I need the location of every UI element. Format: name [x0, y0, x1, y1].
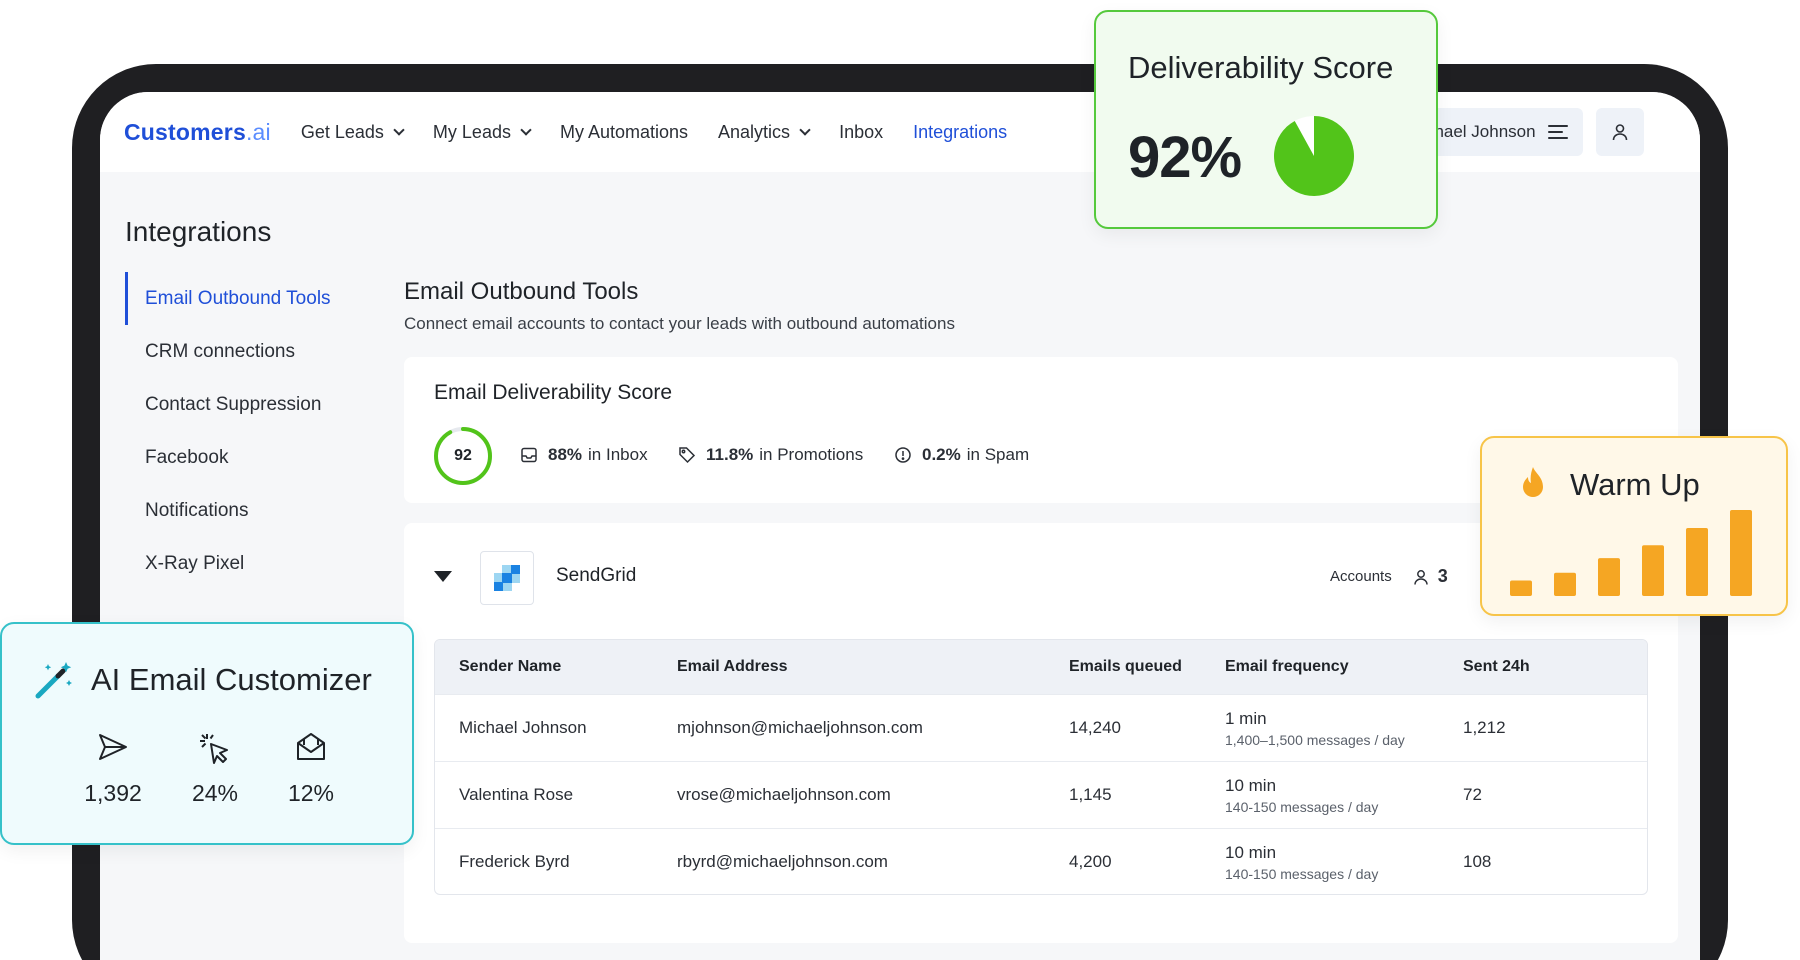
cell-sender-name: Valentina Rose: [459, 785, 574, 804]
user-icon: [1413, 569, 1428, 585]
cell-email: vrose@michaeljohnson.com: [677, 785, 891, 804]
warmup-bar: [1642, 545, 1664, 596]
sidebar-item-notifications[interactable]: Notifications: [125, 484, 331, 537]
column-header[interactable]: Email Address: [677, 658, 1069, 676]
chevron-down-icon: [520, 123, 532, 136]
nav-get-leads[interactable]: Get Leads: [301, 122, 405, 143]
section-title: Email Outbound Tools: [404, 278, 639, 305]
score-ring: 92: [432, 425, 494, 487]
sidebar-item-facebook[interactable]: Facebook: [125, 431, 331, 484]
ai-stat-sent: 1,392: [68, 730, 158, 807]
top-navigation: Customers.ai Get Leads My Leads My Autom…: [100, 92, 1700, 172]
menu-lines-icon: [1547, 125, 1568, 139]
table-row[interactable]: Frederick Byrd rbyrd@michaeljohnson.com …: [435, 828, 1647, 894]
ai-customizer-widget: AI Email Customizer 1,392 24% 12%: [0, 622, 414, 845]
cell-sender-name: Michael Johnson: [459, 718, 587, 737]
warmup-widget: Warm Up: [1480, 436, 1788, 616]
provider-name: SendGrid: [556, 565, 637, 586]
page-title: Integrations: [125, 216, 272, 247]
column-header[interactable]: Sent 24h: [1463, 658, 1643, 676]
score-value: 92: [454, 447, 472, 464]
cell-email: rbyrd@michaeljohnson.com: [677, 852, 888, 871]
sendgrid-logo: [480, 551, 534, 605]
deliverability-widget-value: 92%: [1128, 125, 1242, 190]
sidebar-item-crm-connections[interactable]: CRM connections: [125, 325, 331, 378]
warmup-bar: [1686, 528, 1708, 596]
nav-integrations[interactable]: Integrations: [913, 122, 1007, 143]
cell-email: mjohnson@michaeljohnson.com: [677, 718, 923, 737]
cell-queued: 4,200: [1069, 852, 1112, 871]
cell-queued: 1,145: [1069, 785, 1112, 804]
warmup-bar: [1510, 580, 1532, 596]
nav-analytics[interactable]: Analytics: [718, 122, 811, 143]
table-row[interactable]: Valentina Rose vrose@michaeljohnson.com …: [435, 761, 1647, 828]
pie-slice: [1274, 116, 1354, 196]
nav-inbox[interactable]: Inbox: [839, 122, 883, 143]
ai-stat-opens: 12%: [266, 730, 356, 807]
metric-inbox: 88% in Inbox: [520, 445, 648, 465]
metric-spam: 0.2% in Spam: [894, 445, 1029, 465]
click-icon: [200, 734, 228, 764]
nav-my-leads[interactable]: My Leads: [433, 122, 532, 143]
section-subtitle: Connect email accounts to contact your l…: [404, 314, 955, 333]
tag-icon: [679, 447, 696, 464]
inbox-open-icon: [297, 733, 325, 760]
cell-frequency: 10 min 140-150 messages / day: [1225, 842, 1379, 882]
column-header[interactable]: Email frequency: [1225, 658, 1463, 676]
stage: Customers.ai Get Leads My Leads My Autom…: [0, 0, 1800, 960]
cell-frequency: 1 min 1,400–1,500 messages / day: [1225, 708, 1405, 748]
sidebar-item-xray-pixel[interactable]: X-Ray Pixel: [125, 537, 331, 590]
warmup-bar: [1554, 572, 1576, 596]
sidebar-item-email-outbound-tools[interactable]: Email Outbound Tools: [125, 272, 331, 325]
sidebar-menu: Email Outbound Tools CRM connections Con…: [125, 272, 331, 590]
ai-stat-value: 24%: [191, 780, 239, 806]
table-row[interactable]: Michael Johnson mjohnson@michaeljohnson.…: [435, 694, 1647, 761]
collapse-toggle[interactable]: [434, 571, 452, 582]
cell-sender-name: Frederick Byrd: [459, 852, 570, 871]
magic-wand-icon: [35, 662, 72, 699]
warmup-bar: [1730, 510, 1752, 596]
ai-stat-value: 1,392: [84, 780, 142, 806]
user-icon: [1612, 124, 1628, 141]
cell-frequency: 10 min 140-150 messages / day: [1225, 775, 1379, 815]
cell-sent: 1,212: [1463, 718, 1506, 737]
sendgrid-logo-icon: [494, 565, 520, 591]
warmup-bar: [1598, 558, 1620, 596]
nav-menu: Get Leads My Leads My Automations Analyt…: [301, 122, 1037, 143]
table-header: Sender Name Email Address Emails queued …: [435, 640, 1647, 694]
accounts-count: Accounts 3: [1330, 566, 1448, 586]
inbox-icon: [521, 447, 537, 463]
accounts-table: Sender Name Email Address Emails queued …: [434, 639, 1648, 895]
app-logo[interactable]: Customers.ai: [124, 119, 271, 146]
cell-sent: 108: [1463, 852, 1492, 871]
score-card-title: Email Deliverability Score: [434, 381, 673, 404]
sidebar-item-contact-suppression[interactable]: Contact Suppression: [125, 378, 331, 431]
column-header[interactable]: Emails queued: [1069, 658, 1225, 676]
nav-my-automations[interactable]: My Automations: [560, 122, 688, 143]
alert-circle-icon: [895, 447, 911, 463]
chevron-down-icon: [393, 123, 405, 136]
ai-stat-value: 12%: [287, 780, 335, 806]
deliverability-pie: [1274, 116, 1354, 196]
ai-stat-clicks: 24%: [170, 730, 260, 807]
warmup-bar-chart: [1510, 510, 1752, 596]
deliverability-widget: Deliverability Score 92%: [1094, 10, 1438, 229]
ai-widget-title: AI Email Customizer: [91, 662, 372, 697]
chevron-down-icon: [799, 123, 811, 136]
profile-button[interactable]: [1596, 108, 1644, 156]
cell-sent: 72: [1463, 785, 1482, 804]
send-icon: [99, 734, 127, 760]
cell-queued: 14,240: [1069, 718, 1121, 737]
column-header[interactable]: Sender Name: [435, 658, 677, 676]
deliverability-widget-title: Deliverability Score: [1128, 50, 1394, 85]
metric-promotions: 11.8% in Promotions: [678, 445, 863, 465]
